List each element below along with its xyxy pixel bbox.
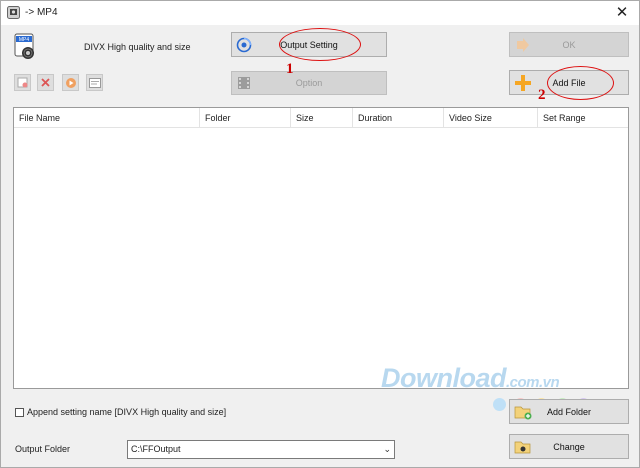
converter-window: -> MP4 ✕ MP4 DIVX High quality and size … <box>0 0 640 468</box>
chevron-down-icon[interactable]: ⌄ <box>383 441 391 458</box>
watermark-suffix: .com.vn <box>506 374 560 391</box>
play-icon[interactable] <box>62 74 79 91</box>
output-folder-select[interactable]: C:\FFOutput ⌄ <box>127 440 395 459</box>
clear-icon[interactable] <box>37 74 54 91</box>
output-setting-button[interactable]: Output Setting <box>231 32 387 57</box>
option-button[interactable]: Option <box>231 71 387 95</box>
option-label: Option <box>295 78 323 88</box>
change-label: Change <box>553 441 585 452</box>
column-header-file-name[interactable]: File Name <box>14 108 200 128</box>
plus-icon <box>515 74 531 91</box>
append-setting-checkbox[interactable] <box>15 408 24 417</box>
app-icon <box>7 6 20 19</box>
mp4-format-icon: MP4 <box>14 33 34 59</box>
add-file-label: Add File <box>552 77 586 88</box>
column-header-size[interactable]: Size <box>291 108 353 128</box>
profile-name: DIVX High quality and size <box>84 42 191 52</box>
add-folder-button[interactable]: Add Folder <box>509 399 629 424</box>
append-setting-label: Append setting name [DIVX High quality a… <box>27 407 227 417</box>
output-setting-label: Output Setting <box>280 39 338 50</box>
output-folder-label: Output Folder <box>15 444 71 454</box>
watermark-main: Download <box>381 363 507 393</box>
callout-number-2: 2 <box>538 87 546 103</box>
output-setting-icon <box>236 37 252 52</box>
column-header-folder[interactable]: Folder <box>200 108 291 128</box>
file-list-header: File Name Folder Size Duration Video Siz… <box>14 108 628 128</box>
arrow-right-icon <box>517 37 529 52</box>
file-list[interactable]: File Name Folder Size Duration Video Siz… <box>13 107 629 389</box>
ok-label: OK <box>562 39 576 50</box>
add-folder-label: Add Folder <box>546 406 592 417</box>
title-bar: -> MP4 ✕ <box>1 1 639 25</box>
column-header-duration[interactable]: Duration <box>353 108 444 128</box>
column-header-video-size[interactable]: Video Size <box>444 108 538 128</box>
watermark: Download.com.vn <box>381 363 560 394</box>
ok-button[interactable]: OK <box>509 32 629 57</box>
callout-number-1: 1 <box>286 61 294 77</box>
watermark-dot <box>493 398 506 411</box>
close-icon[interactable]: ✕ <box>611 3 633 23</box>
media-info-icon[interactable] <box>86 74 103 91</box>
output-folder-value: C:\FFOutput <box>131 444 181 454</box>
column-header-set-range[interactable]: Set Range <box>538 108 628 128</box>
window-title: -> MP4 <box>25 7 58 18</box>
film-icon <box>238 77 250 89</box>
change-button[interactable]: Change <box>509 434 629 459</box>
folder-icon <box>514 441 531 453</box>
add-file-button[interactable]: Add File <box>509 70 629 95</box>
add-folder-icon <box>514 406 532 419</box>
remove-icon[interactable] <box>14 74 31 91</box>
format-icon-label: MP4 <box>19 37 30 43</box>
